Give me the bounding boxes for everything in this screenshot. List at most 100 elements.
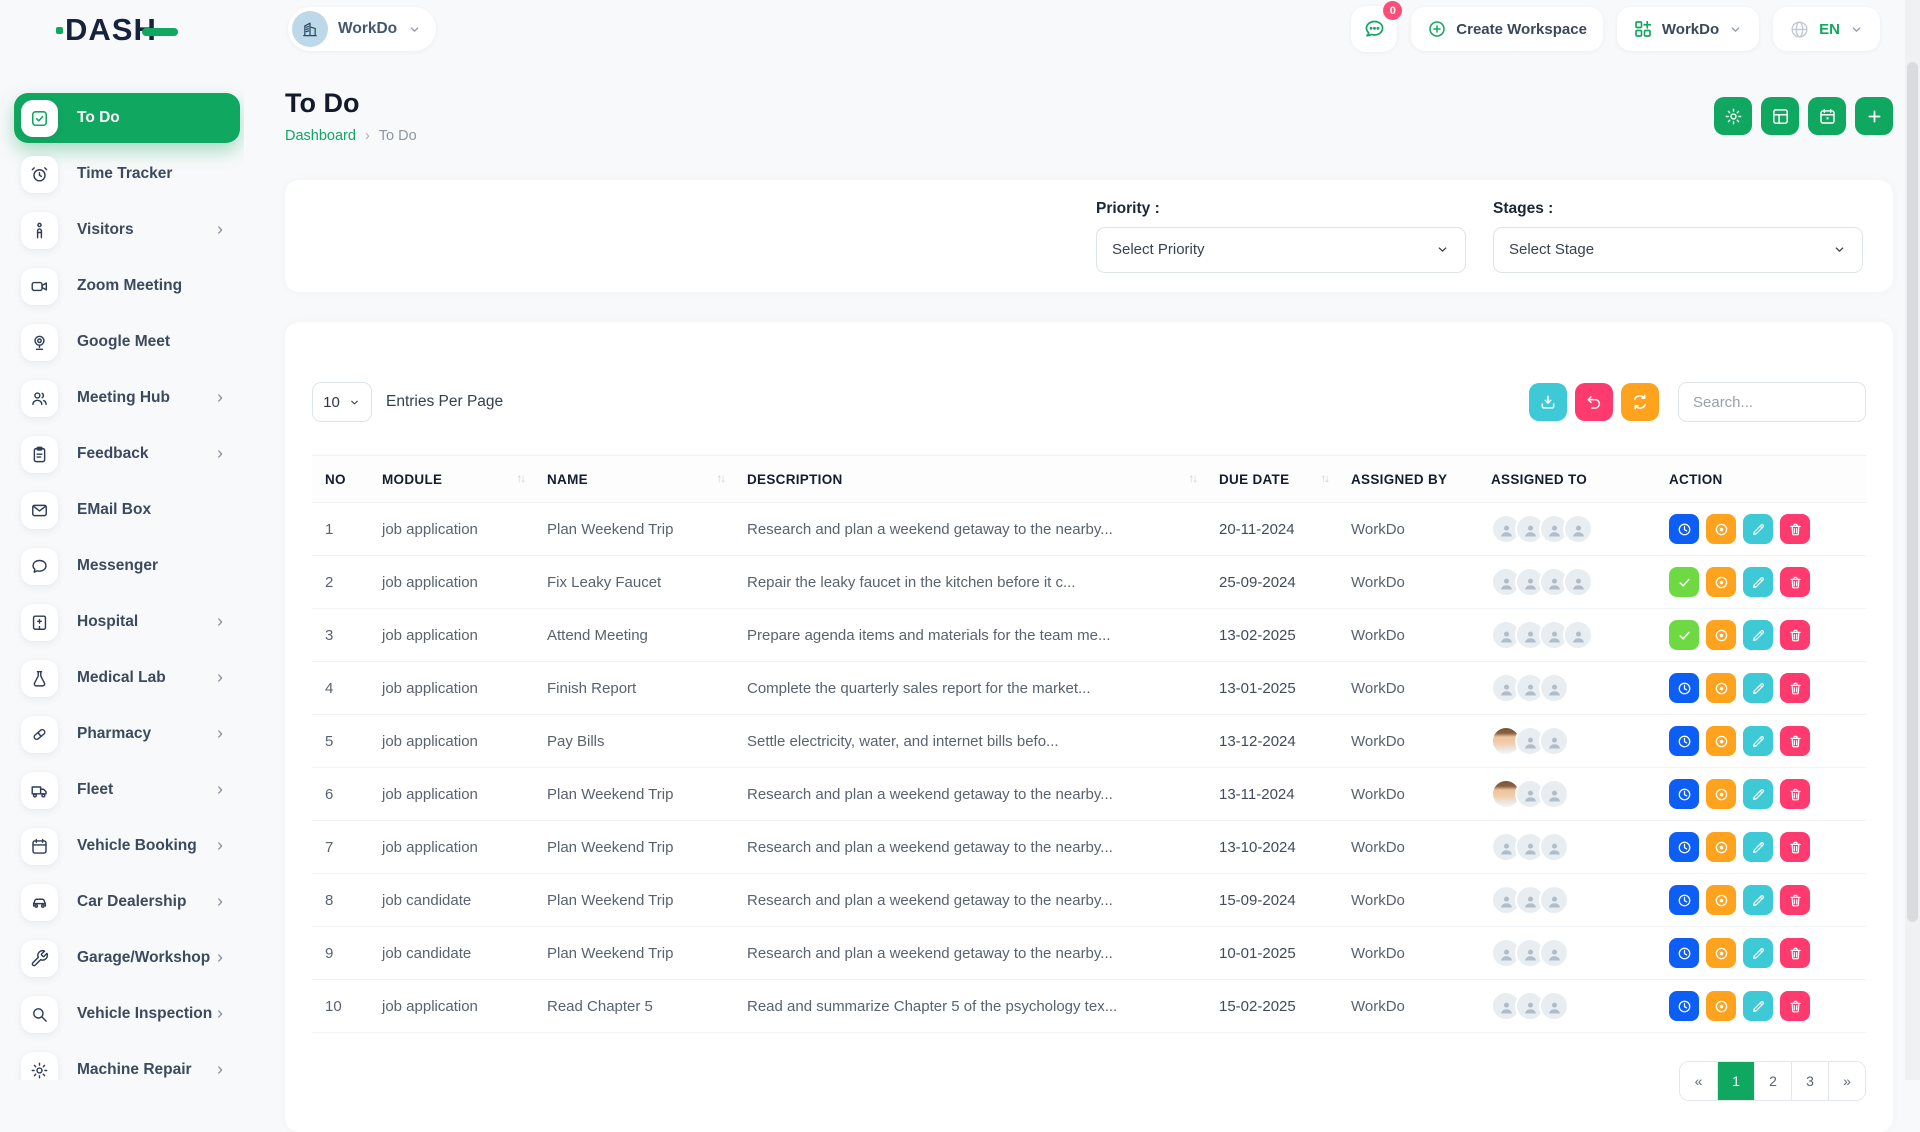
reminder-action-button[interactable] [1669,514,1699,544]
sidebar-item-feedback[interactable]: Feedback [14,429,240,479]
delete-action-button[interactable] [1780,514,1810,544]
edit-action-button[interactable] [1743,885,1773,915]
delete-action-button[interactable] [1780,567,1810,597]
sidebar-item-vehicle-booking[interactable]: Vehicle Booking [14,821,240,871]
export-button[interactable] [1529,383,1567,421]
sidebar-item-machine-repair[interactable]: Machine Repair [14,1045,240,1080]
stage-select[interactable]: Select Stage [1493,227,1863,273]
complete-action-button[interactable] [1669,567,1699,597]
edit-action-button[interactable] [1743,673,1773,703]
pagination-item-[interactable]: » [1828,1062,1865,1100]
view-action-button[interactable] [1706,620,1736,650]
workspace-selector[interactable]: WorkDo [288,7,436,51]
scrollbar-thumb[interactable] [1907,62,1918,922]
sidebar-item-pharmacy[interactable]: Pharmacy [14,709,240,759]
sidebar-item-to-do[interactable]: To Do [14,93,240,143]
view-action-button[interactable] [1706,779,1736,809]
delete-action-button[interactable] [1780,620,1810,650]
pagination-item-3[interactable]: 3 [1791,1062,1828,1100]
delete-action-button[interactable] [1780,779,1810,809]
pagination-item-2[interactable]: 2 [1754,1062,1791,1100]
edit-action-button[interactable] [1743,991,1773,1021]
edit-action-button[interactable] [1743,726,1773,756]
edit-action-button[interactable] [1743,620,1773,650]
edit-action-button[interactable] [1743,832,1773,862]
delete-action-button[interactable] [1780,726,1810,756]
workspace-menu-button[interactable]: WorkDo [1617,7,1759,51]
page-scrollbar[interactable] [1905,0,1920,1080]
breadcrumb: Dashboard › To Do [285,128,417,144]
envelope-icon [30,501,49,520]
sidebar-item-label: Google Meet [77,333,170,351]
view-action-button[interactable] [1706,938,1736,968]
reminder-action-button[interactable] [1669,885,1699,915]
reminder-action-button[interactable] [1669,673,1699,703]
delete-action-button[interactable] [1780,991,1810,1021]
sidebar-item-car-dealership[interactable]: Car Dealership [14,877,240,927]
cell-assigned-by: WorkDo [1338,768,1478,821]
reminder-action-button[interactable] [1669,726,1699,756]
sidebar-item-messenger[interactable]: Messenger [14,541,240,591]
edit-action-button[interactable] [1743,567,1773,597]
building-icon [300,19,320,39]
entries-per-page-select[interactable]: 10 [312,382,372,422]
sidebar-item-hospital[interactable]: Hospital [14,597,240,647]
reminder-action-button[interactable] [1669,938,1699,968]
reminder-action-button[interactable] [1669,779,1699,809]
sidebar-item-zoom-meeting[interactable]: Zoom Meeting [14,261,240,311]
sort-icon[interactable]: ↑↓ [1321,473,1329,485]
cell-no: 6 [312,768,369,821]
sidebar-item-google-meet[interactable]: Google Meet [14,317,240,367]
sidebar-item-meeting-hub[interactable]: Meeting Hub [14,373,240,423]
view-action-button[interactable] [1706,991,1736,1021]
calendar-view-button[interactable] [1808,97,1846,135]
view-action-button[interactable] [1706,514,1736,544]
undo-icon [1585,393,1603,411]
cell-description: Research and plan a weekend getaway to t… [734,927,1206,980]
reminder-action-button[interactable] [1669,991,1699,1021]
check-square-icon [30,109,49,128]
undo-button[interactable] [1575,383,1613,421]
sidebar-item-email-box[interactable]: EMail Box [14,485,240,535]
delete-action-button[interactable] [1780,885,1810,915]
view-action-button[interactable] [1706,832,1736,862]
sidebar-item-visitors[interactable]: Visitors [14,205,240,255]
add-todo-button[interactable] [1855,97,1893,135]
view-action-button[interactable] [1706,726,1736,756]
view-action-button[interactable] [1706,567,1736,597]
reminder-action-button[interactable] [1669,832,1699,862]
sort-icon[interactable]: ↑↓ [717,473,725,485]
sidebar-item-fleet[interactable]: Fleet [14,765,240,815]
search-input[interactable] [1678,382,1866,422]
edit-action-button[interactable] [1743,938,1773,968]
delete-action-button[interactable] [1780,832,1810,862]
edit-action-button[interactable] [1743,514,1773,544]
clock-icon [1677,893,1692,908]
sort-icon[interactable]: ↑↓ [1189,473,1197,485]
complete-action-button[interactable] [1669,620,1699,650]
cell-action [1656,503,1866,556]
grid-view-button[interactable] [1761,97,1799,135]
sidebar-item-time-tracker[interactable]: Time Tracker [14,149,240,199]
create-workspace-button[interactable]: Create Workspace [1411,7,1603,51]
pagination-item-[interactable]: « [1680,1062,1717,1100]
messages-button[interactable]: 0 [1351,6,1397,52]
sidebar-item-garage-workshop[interactable]: Garage/Workshop [14,933,240,983]
view-action-button[interactable] [1706,673,1736,703]
delete-action-button[interactable] [1780,938,1810,968]
cell-no: 8 [312,874,369,927]
settings-button[interactable] [1714,97,1752,135]
sidebar-item-medical-lab[interactable]: Medical Lab [14,653,240,703]
sort-icon[interactable]: ↑↓ [517,473,525,485]
priority-select[interactable]: Select Priority [1096,227,1466,273]
pagination-item-1[interactable]: 1 [1717,1062,1754,1100]
app-logo[interactable]: DASH [56,12,178,48]
edit-action-button[interactable] [1743,779,1773,809]
refresh-button[interactable] [1621,383,1659,421]
sidebar-item-vehicle-inspection[interactable]: Vehicle Inspection [14,989,240,1039]
breadcrumb-dashboard-link[interactable]: Dashboard [285,128,356,144]
view-action-button[interactable] [1706,885,1736,915]
cell-no: 10 [312,980,369,1033]
delete-action-button[interactable] [1780,673,1810,703]
language-button[interactable]: EN [1773,7,1880,51]
